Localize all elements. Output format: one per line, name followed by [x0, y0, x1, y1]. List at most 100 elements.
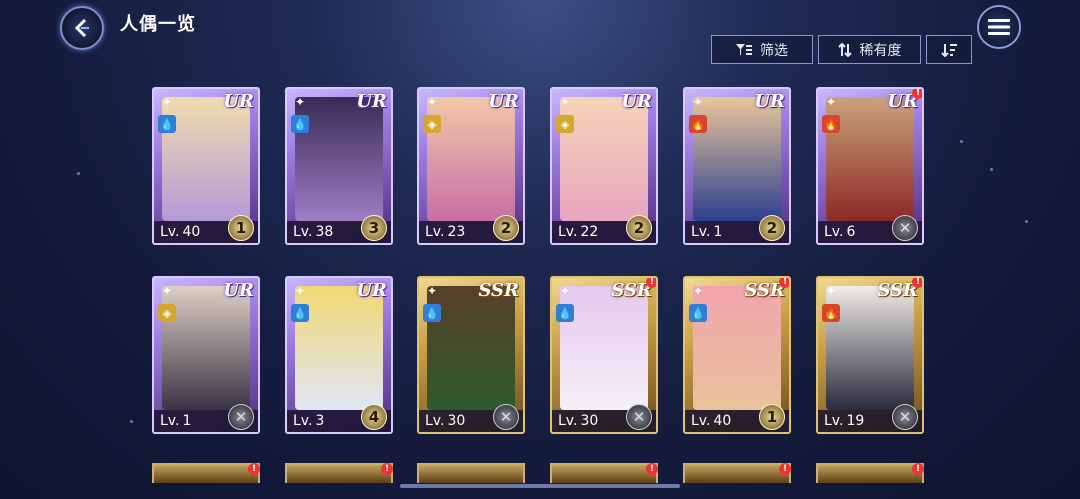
rarity-badge: UR	[223, 280, 254, 301]
level-prefix: Lv.	[425, 413, 445, 429]
level-prefix: Lv.	[160, 224, 180, 240]
alert-badge: !	[248, 463, 260, 475]
doll-card[interactable]: ✦ ◈ UR Lv. 22 2	[550, 87, 658, 245]
level-value: 23	[447, 224, 466, 240]
level-value: 40	[713, 413, 732, 429]
level-value: 22	[580, 224, 599, 240]
filter-button[interactable]: 筛选	[711, 35, 813, 64]
level-value: 19	[846, 413, 865, 429]
sort-arrows-icon	[837, 42, 852, 57]
back-button[interactable]	[60, 6, 104, 50]
doll-card-partial[interactable]: !	[683, 463, 791, 483]
light-element-icon: ◈	[158, 304, 176, 322]
fire-element-icon: 🔥	[822, 115, 840, 133]
alert-badge: !	[912, 278, 922, 288]
doll-card[interactable]: ✦ 🔥 UR Lv. 6 ✕!	[816, 87, 924, 245]
doll-card-partial[interactable]: !	[550, 463, 658, 483]
menu-button[interactable]	[977, 5, 1021, 49]
sort-button[interactable]: 稀有度	[818, 35, 921, 64]
faction-icon: ✦	[692, 95, 704, 109]
doll-card[interactable]: ✦ 💧 UR Lv. 40 1	[152, 87, 260, 245]
faction-icon: ✦	[294, 284, 306, 298]
awaken-star-badge: 2	[493, 215, 519, 241]
page-title: 人偶一览	[120, 14, 196, 35]
chevron-left-icon	[74, 18, 89, 38]
alert-badge: !	[381, 463, 393, 475]
water-element-icon: 💧	[423, 304, 441, 322]
doll-card[interactable]: ✦ 💧 SSR Lv. 30 ✕!	[550, 276, 658, 434]
scrollbar[interactable]	[400, 484, 680, 488]
level-prefix: Lv.	[558, 413, 578, 429]
alert-badge: !	[779, 463, 791, 475]
level-value: 3	[315, 413, 325, 429]
light-element-icon: ◈	[556, 115, 574, 133]
rarity-badge: UR	[356, 280, 387, 301]
level-prefix: Lv.	[691, 413, 711, 429]
doll-card[interactable]: ✦ ◈ UR Lv. 23 2	[417, 87, 525, 245]
sparkle-decoration	[990, 168, 993, 171]
water-element-icon: 💧	[556, 304, 574, 322]
fire-element-icon: 🔥	[689, 115, 707, 133]
level-prefix: Lv.	[824, 413, 844, 429]
level-value: 30	[580, 413, 599, 429]
level-value: 30	[447, 413, 466, 429]
level-value: 40	[182, 224, 201, 240]
level-value: 6	[846, 224, 856, 240]
awaken-star-badge: 2	[759, 215, 785, 241]
doll-card-partial[interactable]: !	[285, 463, 393, 483]
awaken-star-badge: 3	[361, 215, 387, 241]
rarity-badge: UR	[223, 91, 254, 112]
sort-desc-icon	[941, 43, 957, 57]
sparkle-decoration	[130, 420, 133, 423]
rarity-badge: UR	[488, 91, 519, 112]
water-element-icon: 💧	[158, 115, 176, 133]
sparkle-decoration	[1025, 220, 1028, 223]
doll-card[interactable]: ✦ 🔥 SSR Lv. 19 ✕!	[816, 276, 924, 434]
faction-icon: ✦	[692, 284, 704, 298]
faction-icon: ✦	[426, 95, 438, 109]
awaken-star-badge: ✕	[493, 404, 519, 430]
light-element-icon: ◈	[423, 115, 441, 133]
faction-icon: ✦	[161, 284, 173, 298]
alert-badge: !	[646, 278, 656, 288]
awaken-star-badge: 1	[228, 215, 254, 241]
doll-card[interactable]: ✦ 💧 UR Lv. 3 4	[285, 276, 393, 434]
faction-icon: ✦	[559, 95, 571, 109]
awaken-star-badge: ✕	[626, 404, 652, 430]
sort-order-button[interactable]	[926, 35, 972, 64]
level-prefix: Lv.	[824, 224, 844, 240]
rarity-badge: UR	[754, 91, 785, 112]
level-prefix: Lv.	[293, 413, 313, 429]
rarity-badge: UR	[621, 91, 652, 112]
faction-icon: ✦	[426, 284, 438, 298]
doll-card[interactable]: ✦ ◈ UR Lv. 1 ✕	[152, 276, 260, 434]
faction-icon: ✦	[294, 95, 306, 109]
alert-badge: !	[912, 89, 922, 99]
rarity-badge: UR	[356, 91, 387, 112]
level-prefix: Lv.	[691, 224, 711, 240]
faction-icon: ✦	[825, 95, 837, 109]
water-element-icon: 💧	[689, 304, 707, 322]
level-value: 1	[182, 413, 192, 429]
level-prefix: Lv.	[425, 224, 445, 240]
filter-icon	[736, 43, 752, 55]
doll-card-partial[interactable]: !	[152, 463, 260, 483]
doll-card[interactable]: ✦ 💧 SSR Lv. 30 ✕	[417, 276, 525, 434]
level-value: 38	[315, 224, 334, 240]
alert-badge: !	[912, 463, 924, 475]
level-prefix: Lv.	[558, 224, 578, 240]
doll-card[interactable]: ✦ 🔥 UR Lv. 1 2	[683, 87, 791, 245]
awaken-star-badge: ✕	[228, 404, 254, 430]
filter-label: 筛选	[760, 42, 788, 59]
doll-card[interactable]: ✦ 💧 UR Lv. 38 3	[285, 87, 393, 245]
faction-icon: ✦	[161, 95, 173, 109]
level-prefix: Lv.	[293, 224, 313, 240]
doll-card[interactable]: ✦ 💧 SSR Lv. 40 1!	[683, 276, 791, 434]
water-element-icon: 💧	[291, 304, 309, 322]
doll-card-partial[interactable]: !	[816, 463, 924, 483]
sparkle-decoration	[77, 172, 80, 175]
sort-label: 稀有度	[859, 42, 902, 59]
alert-badge: !	[646, 463, 658, 475]
doll-card-partial[interactable]	[417, 463, 525, 483]
water-element-icon: 💧	[291, 115, 309, 133]
